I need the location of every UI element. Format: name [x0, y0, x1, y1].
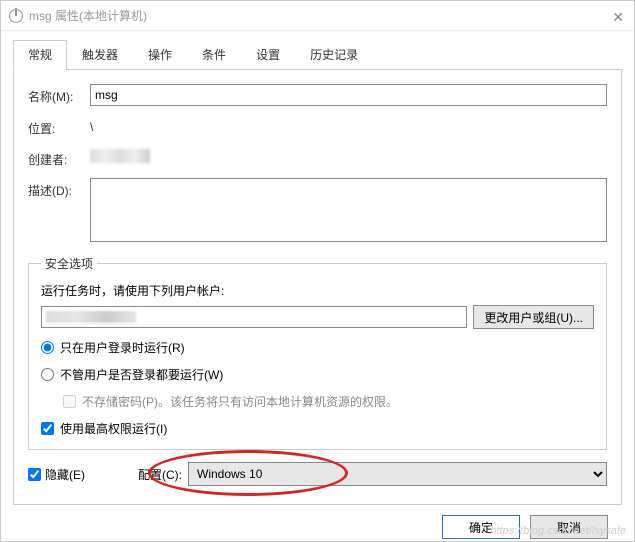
name-label: 名称(M): — [28, 84, 90, 105]
tab-conditions[interactable]: 条件 — [187, 40, 241, 70]
checkbox-highest-privileges[interactable] — [41, 422, 54, 435]
configure-for-select[interactable]: Windows 10 — [188, 462, 607, 486]
radio-run-logged-on[interactable] — [41, 341, 54, 354]
app-icon — [9, 9, 23, 23]
highest-privileges-label: 使用最高权限运行(I) — [60, 420, 167, 437]
tab-actions[interactable]: 操作 — [133, 40, 187, 70]
hidden-label: 隐藏(E) — [45, 466, 85, 483]
creator-label: 创建者: — [28, 147, 90, 168]
checkbox-hidden[interactable] — [28, 468, 41, 481]
location-value: \ — [90, 116, 607, 134]
runas-label: 运行任务时，请使用下列用户帐户: — [41, 282, 594, 299]
runas-account-redacted — [46, 311, 136, 323]
creator-value-redacted — [90, 149, 150, 163]
no-store-password-label: 不存储密码(P)。该任务将只有访问本地计算机资源的权限。 — [82, 393, 398, 410]
security-legend: 安全选项 — [41, 255, 97, 272]
titlebar: msg 属性(本地计算机) ✕ — [1, 1, 634, 31]
tab-triggers[interactable]: 触发器 — [67, 40, 133, 70]
watermark-text: https://blog.csdn.net/lsysafe — [490, 525, 626, 537]
tab-history[interactable]: 历史记录 — [295, 40, 373, 70]
runas-account-display — [41, 306, 467, 328]
configure-for-label: 配置(C): — [138, 466, 182, 483]
tab-settings[interactable]: 设置 — [241, 40, 295, 70]
description-input[interactable] — [90, 178, 607, 242]
radio-run-any-user-label: 不管用户是否登录都要运行(W) — [60, 366, 223, 383]
tab-panel-general: 名称(M): 位置: \ 创建者: 描述(D): 安全选项 运行任务时，请使用下… — [13, 70, 622, 505]
location-label: 位置: — [28, 116, 90, 137]
checkbox-no-store-password — [63, 395, 76, 408]
tab-general[interactable]: 常规 — [13, 40, 67, 70]
name-input[interactable] — [90, 84, 607, 106]
dialog-window: msg 属性(本地计算机) ✕ 常规 触发器 操作 条件 设置 历史记录 名称(… — [0, 0, 635, 542]
radio-run-any-user[interactable] — [41, 368, 54, 381]
tab-strip: 常规 触发器 操作 条件 设置 历史记录 — [13, 39, 622, 70]
radio-run-logged-on-label: 只在用户登录时运行(R) — [60, 339, 185, 356]
window-title: msg 属性(本地计算机) — [29, 7, 147, 24]
change-user-button[interactable]: 更改用户或组(U)... — [473, 305, 594, 329]
description-label: 描述(D): — [28, 178, 90, 199]
security-options-group: 安全选项 运行任务时，请使用下列用户帐户: 更改用户或组(U)... 只在用户登… — [28, 255, 607, 450]
close-icon[interactable]: ✕ — [612, 9, 624, 26]
